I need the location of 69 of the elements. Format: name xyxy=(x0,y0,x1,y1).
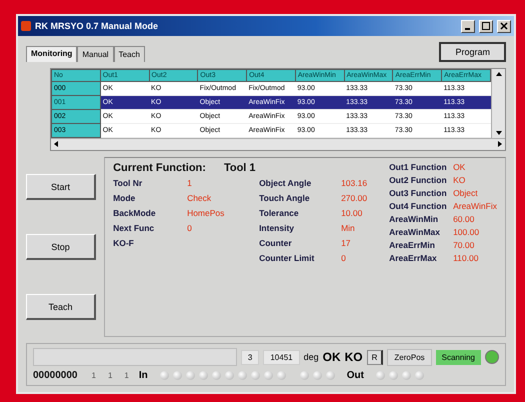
field-value: 100.00 xyxy=(453,227,480,237)
io-code: 00000000 xyxy=(33,370,78,381)
field-value: AreaWinFix xyxy=(453,201,497,211)
action-button[interactable]: Teach xyxy=(26,294,96,320)
field-label: Out2 Function xyxy=(389,175,448,185)
field-value: Min xyxy=(341,223,355,233)
app-icon xyxy=(21,21,31,31)
field-label: AreaErrMin xyxy=(389,240,436,250)
field-value: 0 xyxy=(187,223,192,233)
minimize-button[interactable] xyxy=(461,20,475,32)
tab[interactable]: Manual xyxy=(77,46,114,62)
maximize-icon xyxy=(482,22,490,30)
field-label: Out4 Function xyxy=(389,201,448,211)
field-label: Out3 Function xyxy=(389,188,448,198)
scanning-indicator: Scanning xyxy=(436,350,481,364)
field-value: OK xyxy=(453,162,466,172)
field-value: KO xyxy=(453,175,466,185)
field-label: AreaWinMin xyxy=(389,214,440,224)
field-label: Tool Nr xyxy=(113,178,144,188)
field-label: AreaErrMax xyxy=(389,253,438,263)
field-label: Touch Angle xyxy=(259,193,311,203)
field-label: AreaWinMax xyxy=(389,227,442,237)
field-value: Object xyxy=(453,188,478,198)
field-value: 60.00 xyxy=(453,214,474,224)
current-function-label: Current Function: xyxy=(113,162,206,174)
ok-indicator: OK xyxy=(322,350,341,364)
ko-indicator: KO xyxy=(344,350,363,364)
field-label: Counter Limit xyxy=(259,253,316,263)
r-button[interactable]: R xyxy=(366,350,384,364)
io-digit: 1 xyxy=(106,371,114,380)
io-digit: 1 xyxy=(123,371,130,380)
field-label: Counter xyxy=(259,238,293,248)
action-button[interactable]: Stop xyxy=(26,234,96,260)
field-label: Intensity xyxy=(259,223,296,233)
unit-label: deg xyxy=(304,352,319,362)
window-title: RK MRSYO 0.7 Manual Mode xyxy=(35,21,160,31)
field-value: 270.00 xyxy=(341,193,368,203)
in-label: In xyxy=(138,370,148,381)
field-value: 103.16 xyxy=(341,178,368,188)
tab[interactable]: Monitoring xyxy=(26,46,78,62)
action-button[interactable]: Start xyxy=(26,174,96,200)
field-value: 0 xyxy=(341,253,346,263)
tab[interactable]: Teach xyxy=(114,46,145,62)
field-label: Out1 Function xyxy=(389,162,448,172)
field-label: Object Angle xyxy=(259,178,312,188)
field-label: Next Func xyxy=(113,223,156,233)
zero-position-button[interactable]: ZeroPos xyxy=(387,348,432,366)
field-value: 1 xyxy=(187,178,192,188)
field-label: KO-F xyxy=(113,238,135,248)
count-display: 3 xyxy=(240,350,260,364)
field-value: 110.00 xyxy=(453,253,478,263)
out-label: Out xyxy=(346,370,364,381)
current-function-value: Tool 1 xyxy=(224,162,256,174)
field-value: Check xyxy=(187,193,212,203)
field-value: HomePos xyxy=(187,208,224,218)
close-icon xyxy=(500,22,508,30)
vertical-scrollbar[interactable] xyxy=(491,69,505,138)
io-digit: 1 xyxy=(90,371,97,380)
close-button[interactable] xyxy=(497,20,511,32)
maximize-button[interactable] xyxy=(479,20,493,32)
field-value: 17 xyxy=(341,238,351,248)
field-value: 70.00 xyxy=(453,240,474,250)
field-label: BackMode xyxy=(113,208,157,218)
field-label: Mode xyxy=(113,193,136,203)
angle-display: 10451 xyxy=(263,350,300,364)
horizontal-scrollbar[interactable] xyxy=(51,138,505,150)
field-label: Tolerance xyxy=(259,208,300,218)
program-button[interactable]: Program xyxy=(439,42,506,62)
field-value: 10.00 xyxy=(341,208,362,218)
